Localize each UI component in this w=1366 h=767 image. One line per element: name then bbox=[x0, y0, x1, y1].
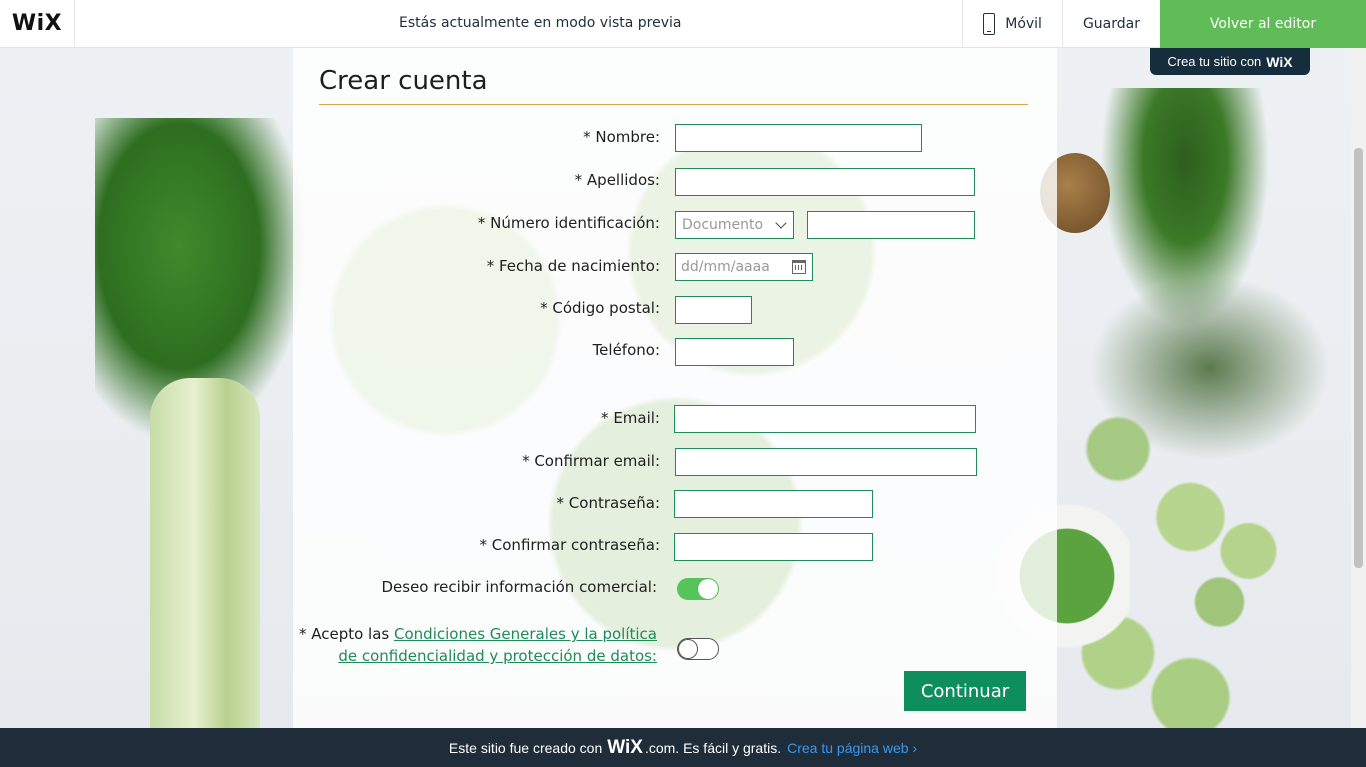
email-label: * Email: bbox=[601, 409, 660, 427]
toggle-knob bbox=[698, 579, 718, 599]
nombre-input[interactable] bbox=[675, 124, 922, 152]
scrollbar-thumb[interactable] bbox=[1354, 148, 1363, 568]
terms-prefix: * Acepto las bbox=[298, 625, 390, 643]
email-input[interactable] bbox=[674, 405, 976, 433]
terms-link-line-2[interactable]: de confidencialidad y protección de dato… bbox=[338, 647, 657, 665]
create-site-badge[interactable]: Crea tu sitio con WiX bbox=[1150, 48, 1310, 75]
codigo-postal-label: * Código postal: bbox=[540, 299, 660, 317]
calendar-icon[interactable] bbox=[792, 260, 806, 274]
document-type-select[interactable]: Documento bbox=[675, 211, 794, 239]
preview-mode-text: Estás actualmente en modo vista previa bbox=[399, 15, 682, 31]
save-button[interactable]: Guardar bbox=[1061, 0, 1160, 48]
create-website-link[interactable]: Crea tu página web › bbox=[787, 740, 917, 756]
signup-form-panel: Crear cuenta * Nombre: * Apellidos: * Nú… bbox=[293, 48, 1057, 728]
document-select-value: Documento bbox=[682, 217, 764, 233]
apellidos-label: * Apellidos: bbox=[574, 171, 660, 189]
preview-topbar: WiX Estás actualmente en modo vista prev… bbox=[0, 0, 1366, 48]
terms-link-line-1[interactable]: Condiciones Generales y la política bbox=[394, 625, 657, 643]
footer-text-after: .com. Es fácil y gratis. bbox=[644, 739, 782, 756]
date-placeholder: dd/mm/aaaa bbox=[681, 259, 770, 275]
contrasena-label: * Contraseña: bbox=[556, 494, 660, 512]
back-to-editor-button[interactable]: Volver al editor bbox=[1160, 0, 1366, 48]
fecha-nacimiento-input[interactable]: dd/mm/aaaa bbox=[675, 253, 813, 281]
topbar-actions: Móvil Guardar Volver al editor bbox=[962, 0, 1366, 48]
contrasena-input[interactable] bbox=[674, 490, 873, 518]
telefono-input[interactable] bbox=[675, 338, 794, 366]
nombre-label: * Nombre: bbox=[583, 128, 660, 146]
confirmar-contrasena-label: * Confirmar contraseña: bbox=[479, 536, 660, 554]
badge-text: Crea tu sitio con bbox=[1167, 54, 1262, 69]
codigo-postal-input[interactable] bbox=[675, 296, 752, 324]
chevron-down-icon bbox=[775, 217, 787, 229]
mobile-phone-icon bbox=[983, 13, 996, 35]
fecha-nacimiento-label: * Fecha de nacimiento: bbox=[486, 257, 660, 275]
apellidos-input[interactable] bbox=[675, 168, 975, 196]
comercial-label: Deseo recibir información comercial: bbox=[381, 578, 657, 596]
confirmar-contrasena-input[interactable] bbox=[674, 533, 873, 561]
wix-logo[interactable]: WiX bbox=[0, 0, 75, 48]
badge-brand: WiX bbox=[1266, 53, 1293, 70]
title-divider bbox=[319, 104, 1028, 105]
footer-text-before: Este sitio fue creado con bbox=[448, 739, 603, 756]
mobile-label: Móvil bbox=[1005, 16, 1042, 32]
footer-wix-logo: WiX bbox=[607, 736, 643, 758]
comercial-toggle[interactable] bbox=[677, 578, 719, 600]
continue-button[interactable]: Continuar bbox=[904, 671, 1026, 711]
page-title: Crear cuenta bbox=[319, 66, 488, 96]
numero-identificacion-input[interactable] bbox=[807, 211, 975, 239]
numero-identificacion-label: * Número identificación: bbox=[477, 214, 660, 232]
confirmar-email-label: * Confirmar email: bbox=[522, 452, 660, 470]
mobile-view-button[interactable]: Móvil bbox=[962, 0, 1062, 48]
toggle-knob bbox=[678, 639, 698, 659]
celery-stalks-decoration bbox=[150, 378, 260, 728]
terms-text: * Acepto las Condiciones Generales y la … bbox=[299, 623, 657, 667]
wix-footer-banner: Este sitio fue creado con WiX .com. Es f… bbox=[0, 728, 1366, 767]
page-scrollbar[interactable] bbox=[1351, 48, 1366, 728]
confirmar-email-input[interactable] bbox=[675, 448, 977, 476]
terms-toggle[interactable] bbox=[677, 638, 719, 660]
telefono-label: Teléfono: bbox=[592, 341, 660, 359]
